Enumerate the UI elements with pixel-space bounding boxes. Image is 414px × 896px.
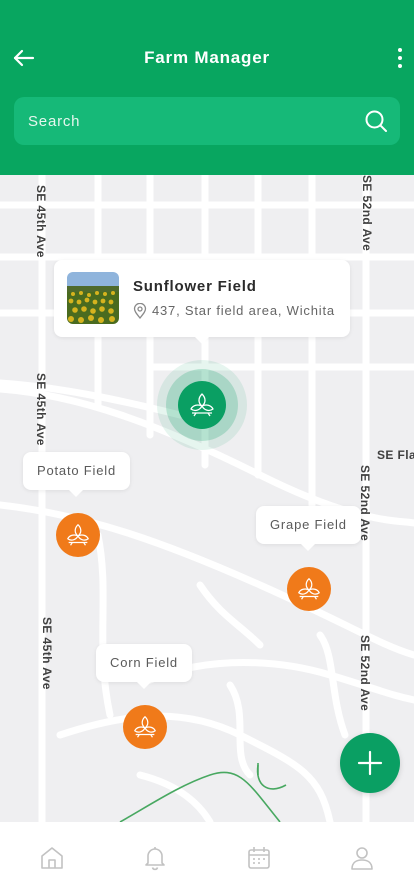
top-bar: Farm Manager bbox=[0, 30, 414, 86]
search-icon bbox=[365, 110, 387, 132]
field-label-corn[interactable]: Corn Field bbox=[96, 644, 192, 689]
field-info-card[interactable]: Sunflower Field 437, Star field area, Wi… bbox=[54, 260, 350, 344]
search-input[interactable] bbox=[14, 97, 354, 145]
plant-icon bbox=[67, 524, 89, 546]
more-options-button[interactable] bbox=[392, 42, 408, 74]
nav-profile[interactable] bbox=[311, 822, 414, 896]
field-marker-potato[interactable] bbox=[56, 513, 100, 557]
plus-icon bbox=[357, 750, 383, 776]
app-header: Farm Manager bbox=[0, 0, 414, 175]
plant-icon bbox=[134, 716, 156, 738]
nav-home[interactable] bbox=[0, 822, 104, 896]
home-icon bbox=[40, 847, 63, 869]
bottom-navigation bbox=[0, 822, 414, 896]
bell-icon bbox=[145, 847, 166, 871]
nav-calendar[interactable] bbox=[207, 822, 311, 896]
selected-field-marker[interactable] bbox=[178, 381, 226, 429]
search-bar bbox=[14, 97, 400, 145]
add-field-button[interactable] bbox=[340, 733, 400, 793]
street-label: SE 45th Ave bbox=[34, 185, 48, 258]
page-title: Farm Manager bbox=[144, 48, 270, 67]
field-marker-grape[interactable] bbox=[287, 567, 331, 611]
plant-icon bbox=[190, 393, 214, 417]
field-address: 437, Star field area, Wichita bbox=[152, 303, 335, 318]
more-vertical-icon bbox=[398, 48, 402, 52]
calendar-icon bbox=[247, 847, 270, 869]
street-label: SE Fla bbox=[377, 448, 414, 462]
street-label: SE 45th Ave bbox=[34, 373, 48, 446]
nav-notifications[interactable] bbox=[104, 822, 208, 896]
street-label: SE 52nd Ave bbox=[360, 175, 374, 252]
field-marker-corn[interactable] bbox=[123, 705, 167, 749]
plant-icon bbox=[298, 578, 320, 600]
field-label-potato[interactable]: Potato Field bbox=[23, 452, 130, 497]
street-label: SE 45th Ave bbox=[40, 617, 54, 690]
field-name: Sunflower Field bbox=[133, 278, 257, 295]
field-label-grape[interactable]: Grape Field bbox=[256, 506, 361, 551]
user-icon bbox=[351, 847, 374, 870]
search-button[interactable] bbox=[362, 107, 390, 135]
map-view[interactable]: SE 45th Ave SE 45th Ave SE 45th Ave SE 5… bbox=[0, 175, 414, 822]
street-label: SE 52nd Ave bbox=[358, 635, 372, 712]
location-pin-icon bbox=[133, 303, 147, 319]
field-thumbnail bbox=[67, 272, 119, 324]
